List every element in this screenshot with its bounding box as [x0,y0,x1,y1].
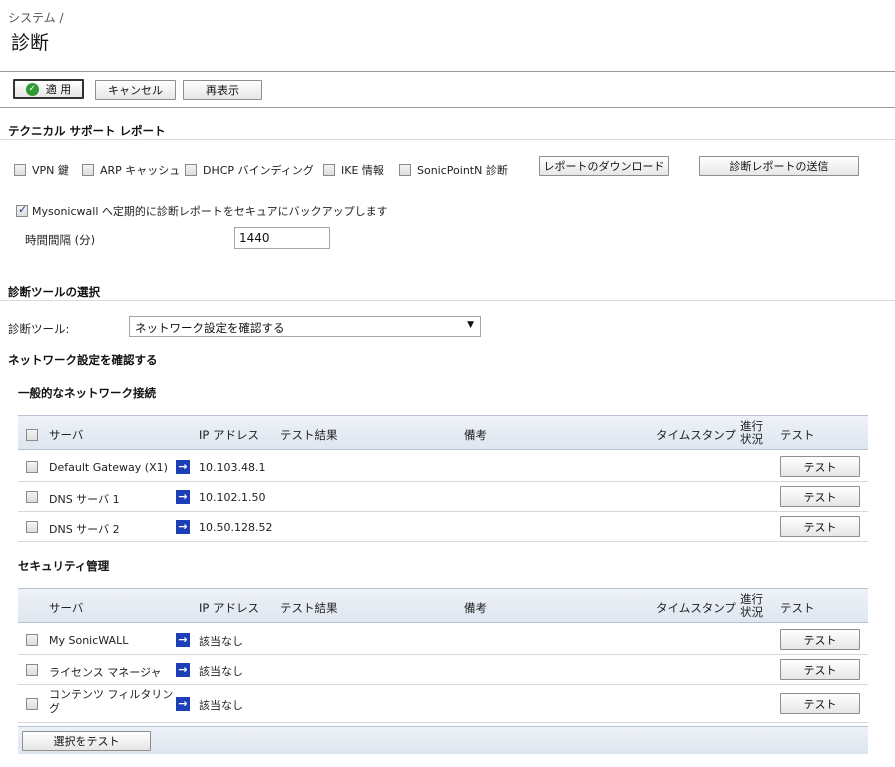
network-check-title: ネットワーク設定を確認する [8,353,158,367]
backup-label: Mysonicwall へ定期的に診断レポートをセキュアにバックアップします [32,205,388,218]
server-name: Default Gateway (X1) [49,461,168,474]
arrow-right-icon[interactable]: → [176,697,190,711]
col-timestamp: タイムスタンプ [656,428,736,442]
server-name: DNS サーバ 2 [49,523,120,536]
option-label: SonicPointN 診断 [417,164,508,177]
ip-address: 該当なし [199,699,243,712]
divider [0,107,895,108]
cancel-button[interactable]: キャンセル [95,80,176,100]
row-checkbox[interactable] [26,698,38,710]
arrow-right-icon[interactable]: → [176,633,190,647]
option-label: IKE 情報 [341,164,384,177]
col-ip: IP アドレス [199,428,259,442]
ike-info-checkbox[interactable] [323,164,335,176]
apply-button-label: 適 用 [45,83,72,96]
ip-address: 10.50.128.52 [199,521,273,534]
general-connectivity-title: 一般的なネットワーク接続 [18,386,156,400]
col-ip: IP アドレス [199,601,259,615]
row-checkbox[interactable] [26,634,38,646]
dropdown-arrow-icon: ▼ [467,320,474,330]
arp-cache-checkbox[interactable] [82,164,94,176]
server-name: コンテンツ フィルタリン グ [49,688,174,715]
table-header: サーバ IP アドレス テスト結果 備考 タイムスタンプ 進行 状況 テスト [18,588,868,623]
arrow-right-icon[interactable]: → [176,460,190,474]
test-button[interactable]: テスト [780,516,860,537]
interval-input[interactable] [234,227,330,249]
divider [0,139,895,140]
vpn-keys-checkbox[interactable] [14,164,26,176]
col-test: テスト [780,601,815,615]
arrow-right-icon[interactable]: → [176,663,190,677]
apply-button[interactable]: ✓ 適 用 [13,79,84,99]
divider [0,300,895,301]
test-button[interactable]: テスト [780,486,860,507]
table-row: ライセンス マネージャ → 該当なし テスト [18,655,868,685]
refresh-button[interactable]: 再表示 [183,80,262,100]
backup-checkbox[interactable] [16,203,28,217]
tool-select-title: 診断ツールの選択 [8,285,100,299]
col-server: サーバ [49,601,84,615]
ip-address: 10.103.48.1 [199,461,266,474]
option-label: ARP キャッシュ [100,164,181,177]
tool-label: 診断ツール: [8,322,70,336]
arrow-right-icon[interactable]: → [176,490,190,504]
col-notes: 備考 [464,601,487,615]
col-notes: 備考 [464,428,487,442]
option-vpn-keys[interactable]: VPN 鍵 [14,162,69,178]
server-name: My SonicWALL [49,634,129,647]
breadcrumb: システム / [8,11,64,25]
option-backup[interactable]: Mysonicwall へ定期的に診断レポートをセキュアにバックアップします [16,203,388,219]
security-management-title: セキュリティ管理 [18,559,110,573]
col-timestamp: タイムスタンプ [656,601,736,615]
col-progress: 進行 状況 [740,419,763,446]
server-name: DNS サーバ 1 [49,493,120,506]
ip-address: 該当なし [199,665,243,678]
server-name: ライセンス マネージャ [49,666,162,679]
table-row: My SonicWALL → 該当なし テスト [18,625,868,655]
col-test: テスト [780,428,815,442]
option-dhcp-bindings[interactable]: DHCP バインディング [185,162,314,178]
test-button[interactable]: テスト [780,456,860,477]
row-checkbox[interactable] [26,521,38,533]
sonicpointn-checkbox[interactable] [399,164,411,176]
interval-label: 時間間隔 (分) [25,233,96,247]
download-report-button[interactable]: レポートのダウンロード [539,156,669,176]
select-all-checkbox[interactable] [26,429,38,441]
table-row: DNS サーバ 1 → 10.102.1.50 テスト [18,482,868,512]
table-row: Default Gateway (X1) → 10.103.48.1 テスト [18,452,868,482]
col-server: サーバ [49,428,84,442]
test-button[interactable]: テスト [780,659,860,680]
page-title: 診断 [11,32,50,54]
test-selected-button[interactable]: 選択をテスト [22,731,151,751]
col-progress: 進行 状況 [740,592,763,619]
option-ike-info[interactable]: IKE 情報 [323,162,384,178]
tool-select-value: ネットワーク設定を確認する [135,321,285,335]
arrow-right-icon[interactable]: → [176,520,190,534]
option-arp-cache[interactable]: ARP キャッシュ [82,162,180,178]
row-checkbox[interactable] [26,491,38,503]
option-label: VPN 鍵 [32,164,69,177]
table-header: サーバ IP アドレス テスト結果 備考 タイムスタンプ 進行 状況 テスト [18,415,868,450]
ip-address: 10.102.1.50 [199,491,266,504]
send-report-button[interactable]: 診断レポートの送信 [699,156,859,176]
col-result: テスト結果 [280,601,338,615]
option-sonicpointn[interactable]: SonicPointN 診断 [399,162,508,178]
option-label: DHCP バインディング [203,164,314,177]
row-checkbox[interactable] [26,461,38,473]
table-row: コンテンツ フィルタリン グ → 該当なし テスト [18,685,868,723]
tool-select[interactable]: ネットワーク設定を確認する ▼ [129,316,481,337]
col-result: テスト結果 [280,428,338,442]
test-button[interactable]: テスト [780,693,860,714]
table-footer: 選択をテスト [18,726,868,754]
test-button[interactable]: テスト [780,629,860,650]
ip-address: 該当なし [199,635,243,648]
row-checkbox[interactable] [26,664,38,676]
dhcp-bindings-checkbox[interactable] [185,164,197,176]
tech-support-title: テクニカル サポート レポート [8,124,166,138]
check-icon: ✓ [25,82,39,96]
table-row: DNS サーバ 2 → 10.50.128.52 テスト [18,512,868,542]
divider [0,71,895,72]
